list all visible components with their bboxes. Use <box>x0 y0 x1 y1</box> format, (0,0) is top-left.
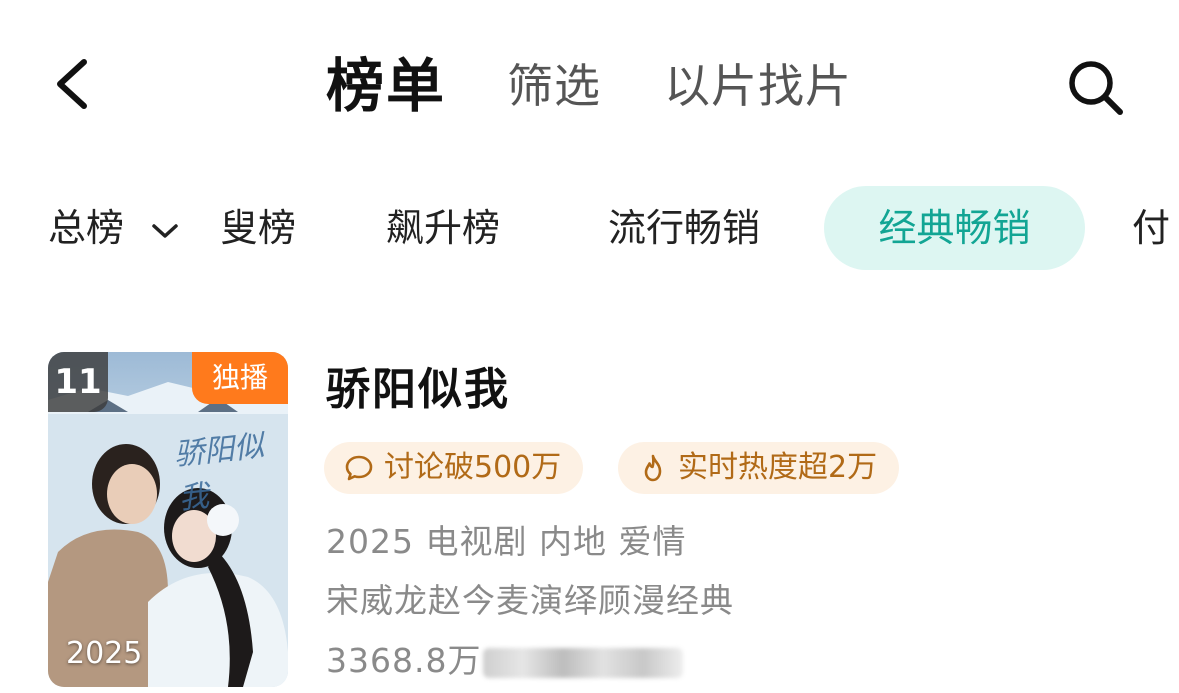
poster-title-art: 骄阳似我 <box>172 428 266 517</box>
chevron-left-icon <box>57 59 87 109</box>
search-button[interactable] <box>1064 56 1126 118</box>
flame-icon <box>644 454 662 482</box>
tab-rising-ranking[interactable]: 飙升榜 <box>386 186 500 270</box>
discussion-tag-label: 讨论破500万 <box>384 450 562 485</box>
find-by-clip-tab[interactable]: 以片找片 <box>664 54 852 118</box>
blurred-text <box>483 647 684 678</box>
category-tabs: 总榜 叟榜 飙升榜 流行畅销 经典畅销 付 <box>0 186 1179 270</box>
show-heat-line: 3368.8万 <box>326 638 684 684</box>
tab-popular-bestseller[interactable]: 流行畅销 <box>608 186 760 270</box>
exclusive-badge: 独播 <box>192 352 288 404</box>
show-description: 宋威龙赵今麦演绎顾漫经典 <box>326 581 734 620</box>
poster-year: 2025 <box>66 636 143 671</box>
hot-tag-label: 实时热度超2万 <box>678 450 878 485</box>
discussion-tag: 讨论破500万 <box>324 442 584 494</box>
tab-paid[interactable]: 付 <box>1132 186 1170 270</box>
hot-tag: 实时热度超2万 <box>618 442 900 494</box>
page-title[interactable]: 榜单 <box>326 48 446 124</box>
tab-total-ranking[interactable]: 总榜 <box>48 186 180 270</box>
heat-value: 3368.8万 <box>326 641 482 680</box>
speech-bubble-icon <box>345 455 373 481</box>
back-button[interactable] <box>48 52 108 116</box>
chevron-down-icon <box>150 186 180 270</box>
show-basic-info: 2025 电视剧 内地 爱情 <box>326 522 687 561</box>
tab-total-label: 总榜 <box>48 206 125 250</box>
tab-partial-ranking[interactable]: 叟榜 <box>220 186 296 270</box>
search-icon <box>1069 61 1123 115</box>
show-poster[interactable]: 骄阳似我 11 独播 2025 <box>48 352 288 687</box>
show-title[interactable]: 骄阳似我 <box>326 360 510 420</box>
ranking-page: 榜单 筛选 以片找片 总榜 叟榜 飙升榜 流行畅销 经典畅销 付 骄阳似我 11… <box>0 0 1179 693</box>
filter-tab[interactable]: 筛选 <box>507 54 601 118</box>
rank-badge: 11 <box>48 352 108 412</box>
tab-classic-bestseller[interactable]: 经典畅销 <box>824 186 1085 270</box>
